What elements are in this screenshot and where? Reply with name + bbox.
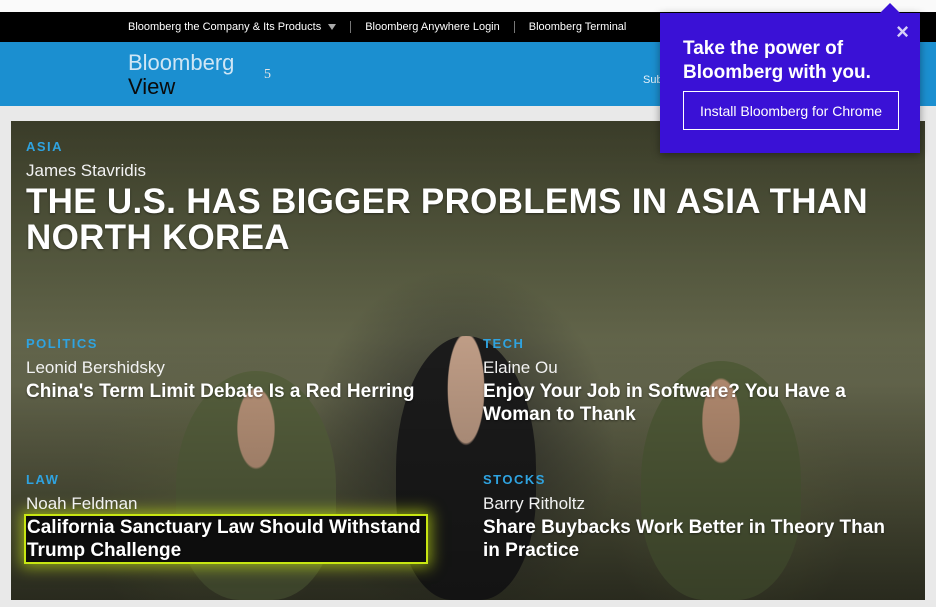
story-kicker[interactable]: LAW xyxy=(26,472,426,487)
story-headline-highlighted[interactable]: California Sanctuary Law Should Withstan… xyxy=(24,514,428,564)
story-author[interactable]: Noah Feldman xyxy=(26,494,426,514)
notification-count[interactable]: 5 xyxy=(264,67,271,83)
promo-title: Take the power of Bloomberg with you. xyxy=(683,38,871,83)
story-headline[interactable]: China's Term Limit Debate Is a Red Herri… xyxy=(26,380,426,403)
chrome-extension-promo: × Take the power of Bloomberg with you. … xyxy=(660,3,920,153)
story-author[interactable]: Leonid Bershidsky xyxy=(26,358,426,378)
story-kicker[interactable]: TECH xyxy=(483,336,903,351)
story-kicker[interactable]: POLITICS xyxy=(26,336,426,351)
story-stocks: STOCKS Barry Ritholtz Share Buybacks Wor… xyxy=(483,472,903,562)
story-author[interactable]: Barry Ritholtz xyxy=(483,494,903,514)
close-icon[interactable]: × xyxy=(896,19,909,45)
story-headline[interactable]: Share Buybacks Work Better in Theory Tha… xyxy=(483,516,903,562)
lead-story: ASIA James Stavridis THE U.S. HAS BIGGER… xyxy=(26,139,906,256)
install-chrome-button[interactable]: Install Bloomberg for Chrome xyxy=(683,91,899,130)
story-kicker[interactable]: STOCKS xyxy=(483,472,903,487)
bloomberg-view-logo[interactable]: Bloomberg View xyxy=(128,51,234,99)
top-strip xyxy=(0,0,936,12)
divider xyxy=(350,21,352,33)
hero-banner: ASIA James Stavridis THE U.S. HAS BIGGER… xyxy=(11,121,925,600)
company-products-label: Bloomberg the Company & Its Products xyxy=(128,21,322,33)
company-products-menu[interactable]: Bloomberg the Company & Its Products xyxy=(128,21,337,33)
story-tech: TECH Elaine Ou Enjoy Your Job in Softwar… xyxy=(483,336,903,426)
story-politics: POLITICS Leonid Bershidsky China's Term … xyxy=(26,336,426,403)
divider xyxy=(513,21,515,33)
story-author[interactable]: Elaine Ou xyxy=(483,358,903,378)
lead-story-author[interactable]: James Stavridis xyxy=(26,161,906,181)
terminal-link[interactable]: Bloomberg Terminal xyxy=(529,21,627,33)
promo-pointer xyxy=(880,3,900,13)
anywhere-login-link[interactable]: Bloomberg Anywhere Login xyxy=(365,21,500,33)
logo-brand: Bloomberg xyxy=(128,50,235,75)
story-law: LAW Noah Feldman California Sanctuary La… xyxy=(24,472,428,564)
logo-section: View xyxy=(128,74,176,99)
story-headline[interactable]: Enjoy Your Job in Software? You Have a W… xyxy=(483,380,903,426)
lead-story-headline[interactable]: THE U.S. HAS BIGGER PROBLEMS IN ASIA THA… xyxy=(26,184,906,256)
caret-down-icon xyxy=(328,24,337,30)
